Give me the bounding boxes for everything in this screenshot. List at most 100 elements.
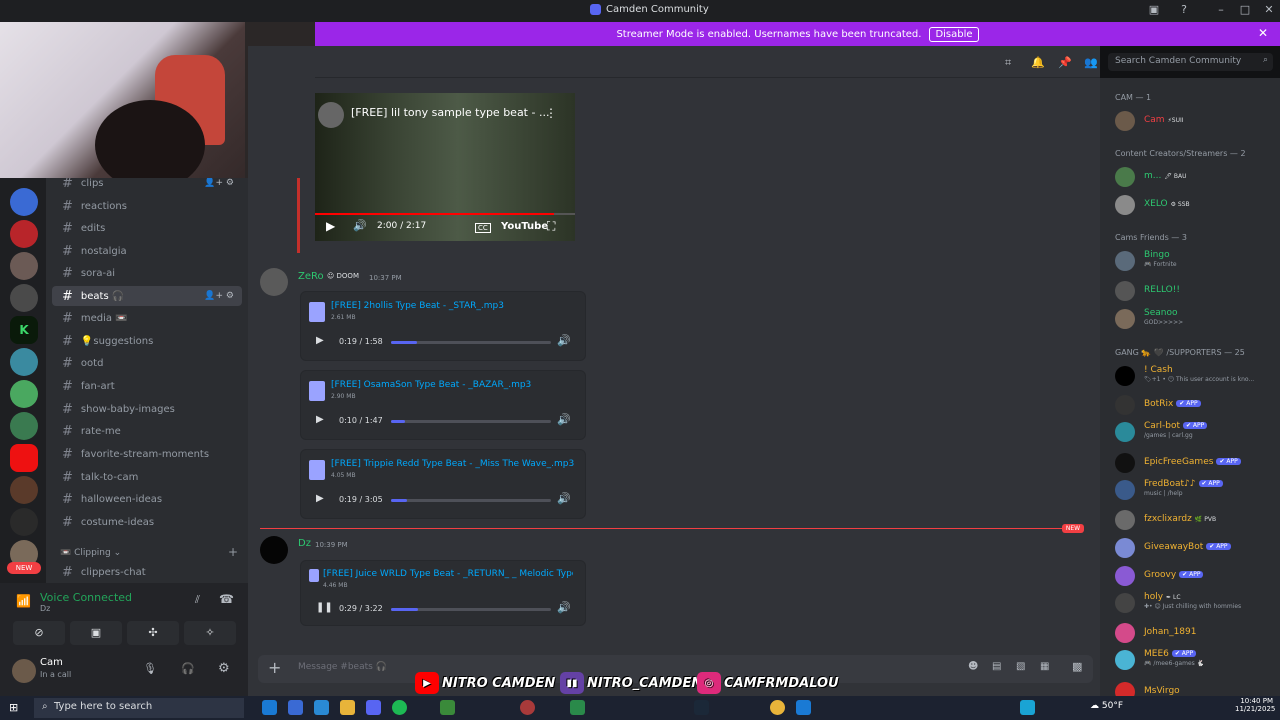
inbox-icon[interactable]: ▣ [1146,3,1162,16]
channel-reactions[interactable]: # reactions [52,196,242,216]
add-channel-icon[interactable]: + [228,545,238,559]
server-icon[interactable] [10,412,38,440]
channel-fan-art[interactable]: # fan-art [52,376,242,396]
folder-icon[interactable] [340,700,355,715]
channel-edits[interactable]: # edits [52,218,242,238]
voice-channel[interactable]: Dz [40,604,50,613]
channel-beats[interactable]: # beats 🎧 👤+ ⚙ [52,286,242,306]
channel-favorite-stream-moments[interactable]: # favorite-stream-moments [52,444,242,464]
audio-track[interactable] [391,499,551,502]
member-item[interactable]: Seanoo GOD>>>>> [1115,308,1275,330]
play-icon[interactable]: ▶ [326,219,335,233]
emoji-icon[interactable]: ▦ [1040,661,1049,672]
spotify-icon[interactable] [392,700,407,715]
server-icon[interactable] [10,188,38,216]
youtube-brand[interactable]: YouTube [501,221,548,232]
member-item[interactable]: m... 🖊 BAU [1115,166,1275,188]
search-input[interactable]: Search Camden Community ⌕ [1108,53,1273,71]
play-icon[interactable]: ▶ [316,414,324,425]
disconnect-icon[interactable]: ☎ [219,592,234,606]
category-clipping[interactable]: 📼 Clipping ⌄ [60,548,121,558]
chrome-icon[interactable] [770,700,785,715]
member-item[interactable]: FredBoat♪♪ ✔ APP music | /help [1115,479,1275,501]
server-icon[interactable] [10,444,38,472]
file-name-link[interactable]: [FREE] 2hollis Type Beat - _STAR_.mp3 [331,301,581,311]
close-window-button[interactable]: ✕ [1261,3,1277,16]
sticker-icon[interactable]: ▧ [1016,661,1025,672]
threads-icon[interactable]: ⌗ [1005,56,1011,70]
channel-clips[interactable]: # clips 👤+ ⚙ [52,178,242,193]
channel-show-baby-images[interactable]: # show-baby-images [52,399,242,419]
member-item[interactable]: Bingo 🎮 Fortnite [1115,250,1275,272]
member-item[interactable]: Johan_1891 [1115,622,1275,644]
file-name-link[interactable]: [FREE] Juice WRLD Type Beat - _RETURN_ _… [323,569,573,579]
channel-sora-ai[interactable]: # sora-ai [52,263,242,283]
soundboard-button[interactable]: ✧ [184,621,236,645]
member-item[interactable]: ! Cash 🏷+1 • 😶 This user account is kno..… [1115,365,1275,387]
microphone-icon[interactable]: 🎙 [143,662,157,675]
app-icon[interactable] [796,700,811,715]
message-author[interactable]: ZeRo [298,271,324,282]
server-icon[interactable] [10,508,38,536]
file-name-link[interactable]: [FREE] Trippie Redd Type Beat - _Miss Th… [331,459,581,469]
app-icon[interactable] [288,700,303,715]
minecraft-icon[interactable] [440,700,455,715]
volume-icon[interactable]: 🔊 [353,219,367,232]
audio-track[interactable] [391,420,551,423]
add-attachment-icon[interactable]: + [268,658,281,677]
gear-icon[interactable]: ⚙ [218,661,230,676]
edge-icon[interactable] [262,700,277,715]
screen-share-button[interactable]: ▣ [70,621,122,645]
channel-media[interactable]: # media 📼 [52,308,242,328]
channel-settings-icon[interactable]: 👤+ ⚙ [204,291,234,301]
more-icon[interactable]: ⋮ [545,106,557,120]
member-item[interactable]: Cam ⚡SUII [1115,110,1275,132]
member-item[interactable]: MEE6 ✔ APP 🎮 /mee6-games 🐇 [1115,649,1275,671]
noise-suppression-icon[interactable]: ⫽ [195,593,200,607]
member-item[interactable]: GiveawayBot ✔ APP [1115,537,1275,559]
maximize-button[interactable]: □ [1237,3,1253,16]
disable-button[interactable]: Disable [929,26,979,42]
member-item[interactable]: fzxclixardz 🌿 PVB [1115,509,1275,531]
pause-icon[interactable]: ❚❚ [316,602,333,613]
fullscreen-icon[interactable]: ⛶ [547,219,555,234]
channel-ootd[interactable]: # ootd [52,353,242,373]
member-item[interactable]: EpicFreeGames ✔ APP [1115,452,1275,474]
avatar[interactable] [260,268,288,296]
taskbar-search-input[interactable]: ⌕ Type here to search [34,698,244,718]
member-item[interactable]: Groovy ✔ APP [1115,565,1275,587]
captions-icon[interactable]: CC [475,223,491,233]
headphones-icon[interactable]: 🎧 [181,662,195,675]
channel-halloween-ideas[interactable]: # halloween-ideas [52,489,242,509]
youtube-embed[interactable]: [FREE] lil tony sample type beat - ... ⋮… [315,93,575,241]
channel-suggestions[interactable]: # 💡suggestions [52,331,242,351]
avatar[interactable] [260,536,288,564]
volume-icon[interactable]: 🔊 [557,334,571,347]
apps-icon[interactable]: ▩ [1072,660,1082,673]
help-icon[interactable]: ? [1176,3,1192,16]
member-item[interactable]: BotRix ✔ APP [1115,394,1275,416]
member-item[interactable]: RELLO!! [1115,280,1275,302]
volume-icon[interactable]: 🔊 [557,413,571,426]
kick-server-icon[interactable]: K [10,316,38,344]
bell-icon[interactable]: 🔔 [1031,56,1045,69]
minimize-button[interactable]: – [1213,3,1229,16]
channel-costume-ideas[interactable]: # costume-ideas [52,512,242,532]
taskbar-clock[interactable]: 10:40 PM 11/21/2025 [1235,697,1275,713]
steam-icon[interactable] [694,700,709,715]
gif-icon[interactable]: ▤ [992,661,1001,672]
app-icon[interactable] [1020,700,1035,715]
message-author[interactable]: Dz [298,538,311,549]
close-banner-icon[interactable]: ✕ [1258,26,1268,40]
xbox-icon[interactable] [570,700,585,715]
play-icon[interactable]: ▶ [316,335,324,346]
file-name-link[interactable]: [FREE] OsamaSon Type Beat - _BAZAR_.mp3 [331,380,581,390]
camera-button[interactable]: ⊘ [13,621,65,645]
pin-icon[interactable]: 📌 [1058,56,1072,69]
activities-button[interactable]: ✣ [127,621,179,645]
channel-talk-to-cam[interactable]: # talk-to-cam [52,467,242,487]
channel-nostalgia[interactable]: # nostalgia [52,241,242,261]
avatar[interactable] [12,659,36,683]
member-item[interactable]: MsVirgo [1115,681,1275,696]
channel-rate-me[interactable]: # rate-me [52,421,242,441]
